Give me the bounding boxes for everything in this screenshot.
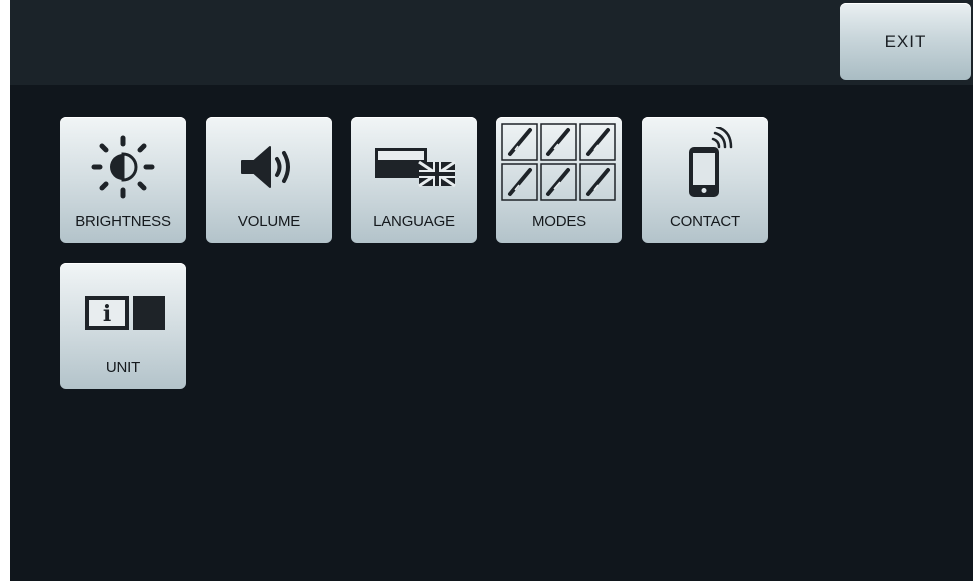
unit-button[interactable]: i UNIT — [60, 263, 186, 389]
instruments-icon — [496, 117, 622, 209]
volume-label: VOLUME — [237, 213, 301, 230]
brightness-label: BRIGHTNESS — [75, 213, 171, 230]
svg-text:i: i — [103, 301, 111, 327]
unit-label: UNIT — [105, 359, 141, 376]
speaker-icon — [206, 127, 332, 207]
modes-label: MODES — [531, 213, 586, 230]
brightness-icon — [60, 127, 186, 207]
phone-icon — [642, 127, 768, 207]
language-label: LANGUAGE — [373, 213, 455, 230]
modes-button[interactable]: MODES — [496, 117, 622, 243]
contact-button[interactable]: CONTACT — [642, 117, 768, 243]
brightness-button[interactable]: BRIGHTNESS — [60, 117, 186, 243]
top-bar: EXIT — [10, 0, 973, 85]
language-button[interactable]: LANGUAGE — [351, 117, 477, 243]
exit-button[interactable]: EXIT — [840, 3, 971, 80]
settings-screen: EXIT BRIGHTNESS VOLUME LANGUAGE MODES CO… — [10, 0, 973, 581]
volume-button[interactable]: VOLUME — [206, 117, 332, 243]
flag-icon — [351, 127, 477, 207]
info-icon: i — [60, 273, 186, 353]
contact-label: CONTACT — [670, 213, 740, 230]
